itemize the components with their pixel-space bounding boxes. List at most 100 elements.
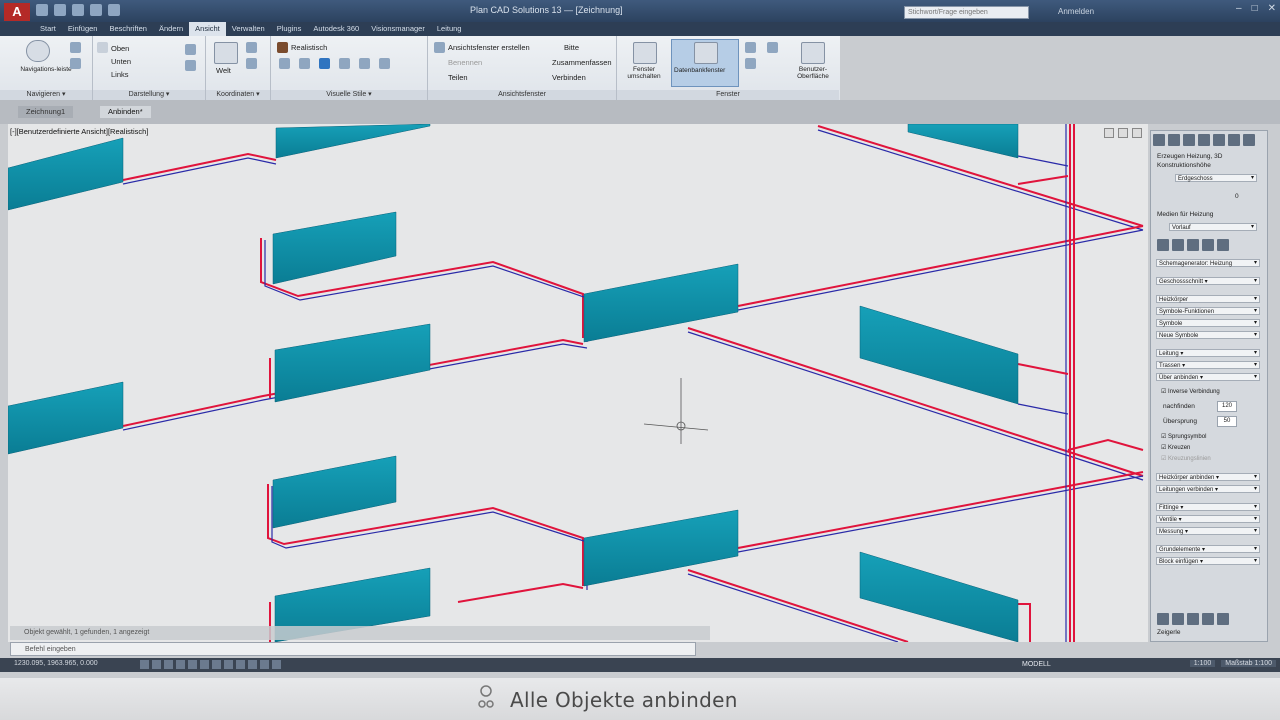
minimize-button[interactable]: – bbox=[1236, 3, 1242, 14]
user-interface-button[interactable]: Benutzer-Oberfläche bbox=[787, 66, 839, 80]
ducs-toggle[interactable] bbox=[212, 660, 221, 669]
palette-bottom-icon[interactable] bbox=[1217, 613, 1229, 625]
file-tab-anbinden[interactable]: Anbinden* bbox=[100, 106, 151, 118]
floor-dropdown[interactable]: Erdgeschoss bbox=[1175, 174, 1257, 182]
cascade-icon[interactable] bbox=[745, 58, 756, 69]
viewport-join-button[interactable]: Zusammenfassen bbox=[552, 58, 612, 67]
close-button[interactable]: ✕ bbox=[1268, 3, 1276, 14]
palette-tool-icon[interactable] bbox=[1228, 134, 1240, 146]
sign-in-label[interactable]: Anmelden bbox=[1058, 6, 1188, 17]
ucs-origin-icon[interactable] bbox=[246, 42, 257, 53]
palette-dropdown2-0[interactable]: Heizkörper anbinden ▾ bbox=[1156, 473, 1260, 481]
palette-dropdown-8[interactable]: Über anbinden ▾ bbox=[1156, 373, 1260, 381]
file-tab-zeichnung1[interactable]: Zeichnung1 bbox=[18, 106, 74, 118]
viewport-minimize-icon[interactable] bbox=[1104, 128, 1114, 138]
tpy-toggle[interactable] bbox=[248, 660, 257, 669]
polar-toggle[interactable] bbox=[176, 660, 185, 669]
new-icon[interactable] bbox=[36, 4, 48, 16]
navigation-bar-icon[interactable] bbox=[26, 40, 50, 62]
draw-pipe-icon[interactable] bbox=[1157, 239, 1169, 251]
palette-tool-icon[interactable] bbox=[1183, 134, 1195, 146]
open-icon[interactable] bbox=[54, 4, 66, 16]
database-window-button[interactable]: Datenbankfenster bbox=[671, 39, 739, 87]
viewport-restore-icon[interactable] bbox=[1118, 128, 1128, 138]
draw-grid-icon[interactable] bbox=[1217, 239, 1229, 251]
tab-einfuegen[interactable]: Einfügen bbox=[62, 22, 104, 36]
viewport-create-button[interactable]: Ansichtsfenster erstellen bbox=[448, 43, 530, 52]
grid-toggle[interactable] bbox=[152, 660, 161, 669]
tile-icon[interactable] bbox=[745, 42, 756, 53]
tab-visionsmanager[interactable]: Visionsmanager bbox=[365, 22, 431, 36]
redo-icon[interactable] bbox=[108, 4, 120, 16]
lwt-toggle[interactable] bbox=[236, 660, 245, 669]
user-interface-icon[interactable] bbox=[801, 42, 825, 64]
ucs-icon[interactable] bbox=[214, 42, 238, 64]
maximize-button[interactable]: □ bbox=[1252, 3, 1258, 14]
model-space-button[interactable]: MODELL bbox=[1022, 661, 1051, 668]
osnap-toggle[interactable] bbox=[188, 660, 197, 669]
save-icon[interactable] bbox=[72, 4, 84, 16]
tab-aendern[interactable]: Ändern bbox=[153, 22, 189, 36]
pan-icon[interactable] bbox=[70, 58, 81, 69]
palette-dropdown2-4[interactable]: Messung ▾ bbox=[1156, 527, 1260, 535]
material-icon[interactable] bbox=[359, 58, 370, 69]
jump-symbol-checkbox[interactable]: Sprungsymbol bbox=[1161, 433, 1206, 440]
palette-dropdown-4[interactable]: Symbole bbox=[1156, 319, 1260, 327]
palette-dropdown-0[interactable]: Schemagenerator: Heizung bbox=[1156, 259, 1260, 267]
viewport-connect-button[interactable]: Verbinden bbox=[552, 73, 586, 82]
floor-offset-value[interactable]: 0 bbox=[1235, 193, 1239, 200]
undo-icon[interactable] bbox=[90, 4, 102, 16]
draw-branch-icon[interactable] bbox=[1172, 239, 1184, 251]
palette-dropdown2-1[interactable]: Leitungen verbinden ▾ bbox=[1156, 485, 1260, 493]
palette-dropdown-2[interactable]: Heizkörper bbox=[1156, 295, 1260, 303]
draw-tee-icon[interactable] bbox=[1187, 239, 1199, 251]
switch-window-icon[interactable] bbox=[633, 42, 657, 64]
uebersprung-input[interactable]: 50 bbox=[1217, 416, 1237, 427]
scale-readout[interactable]: 1:100 bbox=[1189, 660, 1216, 667]
sc-toggle[interactable] bbox=[272, 660, 281, 669]
palette-tool-icon[interactable] bbox=[1168, 134, 1180, 146]
palette-dropdown2-5[interactable]: Grundelemente ▾ bbox=[1156, 545, 1260, 553]
inverse-connection-checkbox[interactable]: Inverse Verbindung bbox=[1161, 388, 1220, 395]
search-input[interactable]: Stichwort/Frage eingeben bbox=[904, 6, 1029, 19]
palette-dropdown-5[interactable]: Neue Symbole bbox=[1156, 331, 1260, 339]
ucs-axis-icon[interactable] bbox=[246, 58, 257, 69]
crossing-lines-checkbox[interactable]: Kreuzungslinien bbox=[1161, 455, 1211, 462]
shade-icon[interactable] bbox=[299, 58, 310, 69]
layout-icon[interactable] bbox=[767, 42, 778, 53]
view-top-icon[interactable] bbox=[97, 42, 108, 53]
draw-riser-icon[interactable] bbox=[1202, 239, 1214, 251]
palette-bottom-icon[interactable] bbox=[1187, 613, 1199, 625]
palette-dropdown2-3[interactable]: Ventile ▾ bbox=[1156, 515, 1260, 523]
orbit-icon[interactable] bbox=[70, 42, 81, 53]
tab-plugins[interactable]: Plugins bbox=[271, 22, 308, 36]
palette-dropdown2-2[interactable]: Fittinge ▾ bbox=[1156, 503, 1260, 511]
tab-autodesk-360[interactable]: Autodesk 360 bbox=[307, 22, 365, 36]
tab-start[interactable]: Start bbox=[34, 22, 62, 36]
medium-dropdown[interactable]: Vorlauf bbox=[1169, 223, 1257, 231]
visual-style-dropdown[interactable]: Realistisch bbox=[291, 43, 327, 52]
qp-toggle[interactable] bbox=[260, 660, 269, 669]
ortho-toggle[interactable] bbox=[164, 660, 173, 669]
palette-bottom-icon[interactable] bbox=[1202, 613, 1214, 625]
cross-checkbox[interactable]: Kreuzen bbox=[1161, 444, 1190, 451]
palette-tool-icon[interactable] bbox=[1198, 134, 1210, 146]
palette-dropdown-6[interactable]: Leitung ▾ bbox=[1156, 349, 1260, 357]
palette-dropdown2-6[interactable]: Block einfügen ▾ bbox=[1156, 557, 1260, 565]
view-unten[interactable]: Unten bbox=[111, 57, 131, 66]
palette-dropdown-3[interactable]: Symbole-Funktionen bbox=[1156, 307, 1260, 315]
view-links[interactable]: Links bbox=[111, 70, 129, 79]
tab-ansicht[interactable]: Ansicht bbox=[189, 22, 226, 36]
palette-bottom-icon[interactable] bbox=[1157, 613, 1169, 625]
viewport-close-icon[interactable] bbox=[1132, 128, 1142, 138]
otrack-toggle[interactable] bbox=[200, 660, 209, 669]
tab-leitung[interactable]: Leitung bbox=[431, 22, 468, 36]
viewport-bitte-button[interactable]: Bitte bbox=[564, 43, 579, 52]
sphere-icon[interactable] bbox=[319, 58, 330, 69]
edge-icon[interactable] bbox=[279, 58, 290, 69]
switch-window-button[interactable]: Fenster umschalten bbox=[621, 66, 667, 80]
shadow-icon[interactable] bbox=[379, 58, 390, 69]
viewport-split-button[interactable]: Teilen bbox=[448, 73, 468, 82]
palette-tool-icon[interactable] bbox=[1153, 134, 1165, 146]
snap-toggle[interactable] bbox=[140, 660, 149, 669]
